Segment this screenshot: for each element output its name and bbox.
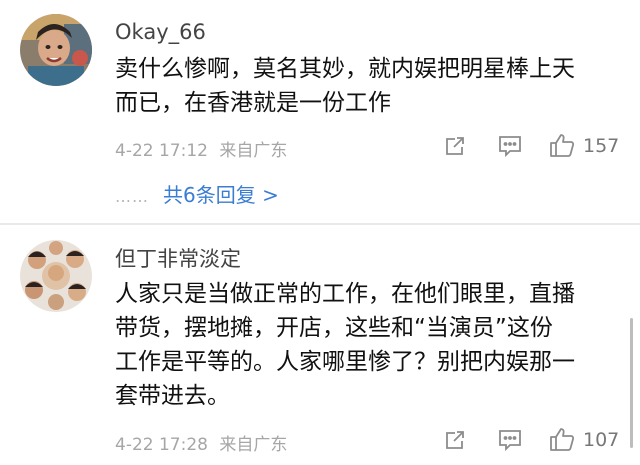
thumbs-up-icon[interactable] (548, 131, 576, 163)
comment-text-line: 带货，摆地摊，开店，这些和“当演员”这份 (115, 315, 553, 341)
username[interactable]: Okay_66 (115, 20, 206, 44)
comment-meta: 4-22 17:28 来自广东 (115, 430, 287, 455)
comment-text-line: 而已，在香港就是一份工作 (115, 90, 391, 116)
comment-text-line: 套带进去。 (115, 383, 230, 409)
avatar[interactable] (20, 240, 92, 312)
comment-icon[interactable] (497, 134, 523, 162)
avatar[interactable] (20, 14, 92, 86)
timestamp: 4-22 17:12 (115, 141, 208, 161)
comment-1: Okay_66 卖什么惨啊，莫名其妙，就内娱把明星棒上天 而已，在香港就是一份工… (0, 0, 640, 225)
like-count: 107 (583, 429, 620, 451)
timestamp: 4-22 17:28 (115, 435, 208, 455)
comment-icon[interactable] (497, 428, 523, 456)
forward-icon[interactable] (443, 134, 467, 162)
comment-text-line: 卖什么惨啊，莫名其妙，就内娱把明星棒上天 (115, 56, 575, 82)
comment-2: 但丁非常淡定 人家只是当做正常的工作，在他们眼里，直播 带货，摆地摊，开店，这些… (0, 225, 640, 465)
forward-icon[interactable] (443, 428, 467, 456)
replies-dots: …… (115, 187, 149, 206)
comment-meta: 4-22 17:12 来自广东 (115, 136, 287, 161)
like-count: 157 (583, 135, 620, 157)
scrollbar[interactable] (630, 318, 633, 448)
source: 来自广东 (219, 435, 288, 455)
source: 来自广东 (219, 141, 288, 161)
username[interactable]: 但丁非常淡定 (115, 243, 241, 273)
comment-text: 卖什么惨啊，莫名其妙，就内娱把明星棒上天 而已，在香港就是一份工作 (115, 52, 625, 120)
thumbs-up-icon[interactable] (548, 425, 576, 457)
replies-label[interactable]: 共6条回复 > (163, 183, 279, 207)
replies-link[interactable]: …… 共6条回复 > (115, 179, 279, 208)
comment-text-line: 人家只是当做正常的工作，在他们眼里，直播 (115, 281, 575, 307)
comment-text: 人家只是当做正常的工作，在他们眼里，直播 带货，摆地摊，开店，这些和“当演员”这… (115, 277, 625, 413)
comment-text-line: 工作是平等的。人家哪里惨了？别把内娱那一 (115, 349, 575, 375)
